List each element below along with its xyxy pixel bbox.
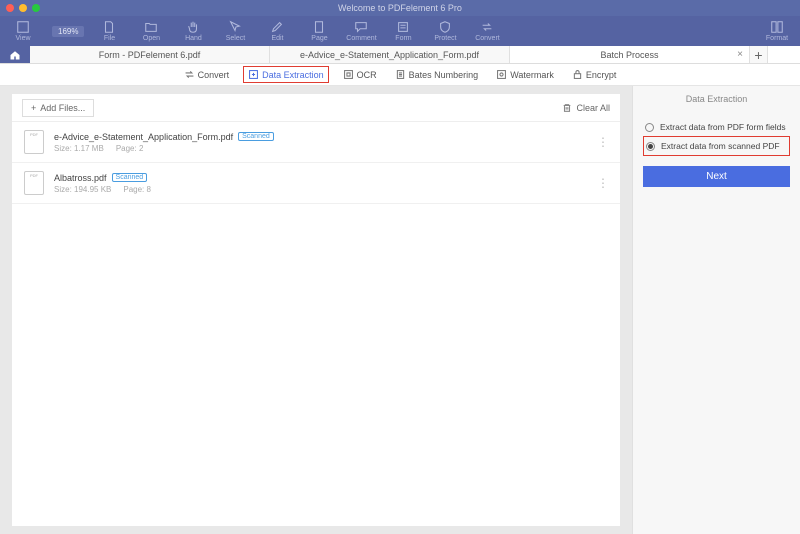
tab-label: Form - PDFelement 6.pdf [99,50,201,60]
sidebar-title: Data Extraction [633,86,800,112]
file-name-text: Albatross.pdf [54,173,107,183]
toolbar-select[interactable]: Select [218,20,252,42]
toolbar-convert[interactable]: Convert [470,20,504,42]
option-form-fields[interactable]: Extract data from PDF form fields [643,118,790,136]
subtool-encrypt[interactable]: Encrypt [568,67,621,82]
scanned-badge: Scanned [238,132,274,141]
toolbar-view[interactable]: View [6,20,40,42]
subtool-data-extraction[interactable]: Data Extraction [243,66,329,83]
subtool-label: Watermark [510,70,554,80]
toolbar-label: Open [143,35,160,42]
file-size: Size: 1.17 MB [54,144,104,153]
add-tab[interactable]: + [750,46,768,63]
option-label: Extract data from scanned PDF [661,141,780,151]
toolbar-comment[interactable]: Comment [344,20,378,42]
clear-all-button[interactable]: Clear All [562,103,610,113]
radio-icon [645,123,654,132]
toolbar-format[interactable]: Format [760,20,794,42]
file-info: e-Advice_e-Statement_Application_Form.pd… [54,132,587,153]
toolbar-edit[interactable]: Edit [260,20,294,42]
add-files-button[interactable]: + Add Files... [22,99,94,117]
option-scanned-pdf[interactable]: Extract data from scanned PDF [643,136,790,156]
pdf-file-icon [24,130,44,154]
file-meta: Size: 1.17 MB Page: 2 [54,144,587,153]
subtool-bates[interactable]: Bates Numbering [391,67,483,82]
toolbar-label: File [104,35,115,42]
scanned-badge: Scanned [112,173,148,182]
toolbar-label: Form [395,35,411,42]
subtool-label: Bates Numbering [409,70,479,80]
close-window-icon[interactable] [6,4,14,12]
trash-icon [562,103,572,113]
add-files-label: Add Files... [40,103,85,113]
clear-all-label: Clear All [576,103,610,113]
maximize-window-icon[interactable] [32,4,40,12]
zoom-level[interactable]: 169% [52,26,84,37]
toolbar-label: View [15,35,30,42]
file-list: e-Advice_e-Statement_Application_Form.pd… [12,122,620,526]
toolbar-file[interactable]: File [92,20,126,42]
file-name: Albatross.pdf Scanned [54,173,587,183]
subtool-convert[interactable]: Convert [180,67,234,82]
file-row[interactable]: Albatross.pdf Scanned Size: 194.95 KB Page… [12,163,620,204]
toolbar-label: Page [311,35,327,42]
subtool-label: Encrypt [586,70,617,80]
toolbar-page[interactable]: Page [302,20,336,42]
content-area: + Add Files... Clear All e-Advice_e-State… [0,86,800,534]
document-tab[interactable]: e-Advice_e-Statement_Application_Form.pd… [270,46,510,63]
minimize-window-icon[interactable] [19,4,27,12]
main-toolbar: View 169% File Open Hand Select Edit Pag… [0,16,800,46]
toolbar-open[interactable]: Open [134,20,168,42]
toolbar-hand[interactable]: Hand [176,20,210,42]
subtool-label: Data Extraction [262,70,324,80]
toolbar-label: Comment [346,35,376,42]
home-tab[interactable] [0,46,30,63]
file-info: Albatross.pdf Scanned Size: 194.95 KB Page… [54,173,587,194]
titlebar: Welcome to PDFelement 6 Pro [0,0,800,16]
toolbar-label: Select [226,35,245,42]
file-pages: Page: 8 [123,185,151,194]
toolbar-label: Protect [434,35,456,42]
subtool-watermark[interactable]: Watermark [492,67,558,82]
tab-label: Batch Process [600,50,658,60]
option-label: Extract data from PDF form fields [660,122,786,132]
window-controls [6,4,40,12]
batch-toolbar: Convert Data Extraction OCR Bates Number… [0,64,800,86]
row-menu-icon[interactable]: ⋮ [597,135,608,149]
toolbar-label: Hand [185,35,202,42]
row-menu-icon[interactable]: ⋮ [597,176,608,190]
toolbar-form[interactable]: Form [386,20,420,42]
tab-label: e-Advice_e-Statement_Application_Form.pd… [300,50,479,60]
subtool-label: Convert [198,70,230,80]
subtool-label: OCR [357,70,377,80]
toolbar-label: Convert [475,35,500,42]
main-panel: + Add Files... Clear All e-Advice_e-State… [0,86,632,534]
file-size: Size: 194.95 KB [54,185,111,194]
radio-icon [646,142,655,151]
panel-header: + Add Files... Clear All [12,94,620,122]
sidebar-body: Extract data from PDF form fields Extrac… [633,112,800,193]
sidebar: Data Extraction Extract data from PDF fo… [632,86,800,534]
file-row[interactable]: e-Advice_e-Statement_Application_Form.pd… [12,122,620,163]
file-meta: Size: 194.95 KB Page: 8 [54,185,587,194]
document-tab[interactable]: Form - PDFelement 6.pdf [30,46,270,63]
toolbar-label: Edit [271,35,283,42]
close-tab-icon[interactable]: × [737,49,743,60]
file-name-text: e-Advice_e-Statement_Application_Form.pd… [54,132,233,142]
plus-icon: + [31,103,36,113]
pdf-file-icon [24,171,44,195]
toolbar-protect[interactable]: Protect [428,20,462,42]
file-name: e-Advice_e-Statement_Application_Form.pd… [54,132,587,142]
file-panel: + Add Files... Clear All e-Advice_e-State… [12,94,620,526]
subtool-ocr[interactable]: OCR [339,67,381,82]
app-title: Welcome to PDFelement 6 Pro [338,3,462,13]
next-button[interactable]: Next [643,166,790,187]
toolbar-label: Format [766,35,788,42]
batch-process-tab[interactable]: Batch Process × [510,46,750,63]
tab-strip: Form - PDFelement 6.pdf e-Advice_e-State… [0,46,800,64]
file-pages: Page: 2 [116,144,144,153]
